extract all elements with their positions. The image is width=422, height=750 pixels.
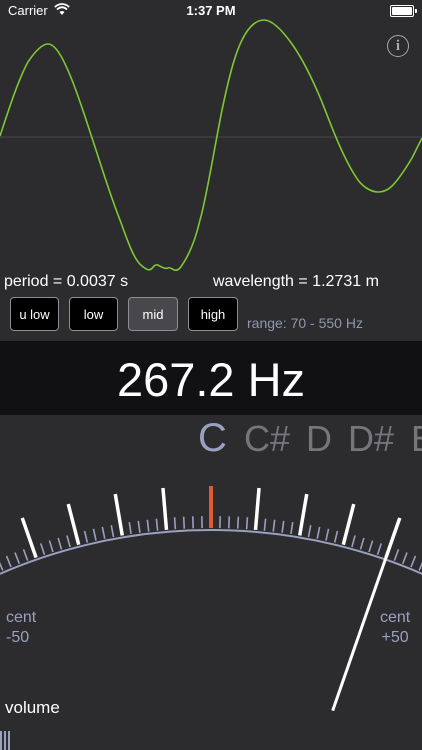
meter-minor-tick <box>351 535 356 548</box>
meter-minor-tick <box>182 516 186 529</box>
meter-minor-tick <box>83 530 89 543</box>
meter-major-tick <box>113 493 125 536</box>
meter-minor-tick <box>307 525 312 538</box>
meter-arc <box>0 529 422 575</box>
meter-minor-tick <box>110 525 115 538</box>
meter-minor-tick <box>5 555 12 568</box>
meter-minor-tick <box>92 528 97 541</box>
meter-minor-tick <box>39 543 46 555</box>
meter-minor-tick <box>48 540 54 553</box>
meter-major-tick <box>66 503 81 546</box>
meter-major-tick <box>253 487 261 531</box>
meter-minor-tick <box>290 522 294 535</box>
meter-minor-tick <box>263 518 267 531</box>
meter-minor-tick <box>22 549 29 561</box>
meter-minor-tick <box>401 552 408 565</box>
meter-minor-tick <box>57 537 63 550</box>
meter-minor-tick <box>333 530 339 543</box>
meter-minor-tick <box>316 526 321 539</box>
meter-minor-tick <box>393 549 400 561</box>
meter-minor-tick <box>325 528 330 541</box>
meter-minor-tick <box>368 540 374 553</box>
meter-major-tick <box>341 503 356 546</box>
meter-minor-tick <box>101 526 106 539</box>
cent-max-label: cent +50 <box>380 608 410 648</box>
meter-minor-tick <box>14 552 21 565</box>
meter-minor-tick <box>173 517 177 530</box>
cent-min-unit: cent <box>6 609 37 626</box>
volume-meter <box>0 731 10 750</box>
meter-major-tick <box>297 493 309 536</box>
cent-max-value: +50 <box>381 629 409 646</box>
meter-major-tick <box>161 487 169 531</box>
meter-minor-tick <box>0 561 4 571</box>
meter-minor-tick <box>155 518 159 531</box>
meter-minor-tick <box>376 543 383 555</box>
meter-minor-tick <box>128 522 132 535</box>
meter-minor-tick <box>410 555 417 568</box>
meter-minor-tick <box>359 537 365 550</box>
meter-minor-tick <box>272 519 276 532</box>
meter-minor-tick <box>236 516 240 529</box>
cent-max-unit: cent <box>380 609 411 626</box>
cent-min-value: -50 <box>6 629 30 646</box>
tuner-meter <box>0 486 422 712</box>
meter-minor-tick <box>137 520 141 533</box>
meter-minor-tick <box>66 535 71 548</box>
volume-label: volume <box>5 698 60 717</box>
cent-min-label: cent -50 <box>6 608 36 648</box>
meter-minor-tick <box>146 519 150 532</box>
meter-minor-tick <box>281 520 285 533</box>
meter-minor-tick <box>245 517 249 530</box>
